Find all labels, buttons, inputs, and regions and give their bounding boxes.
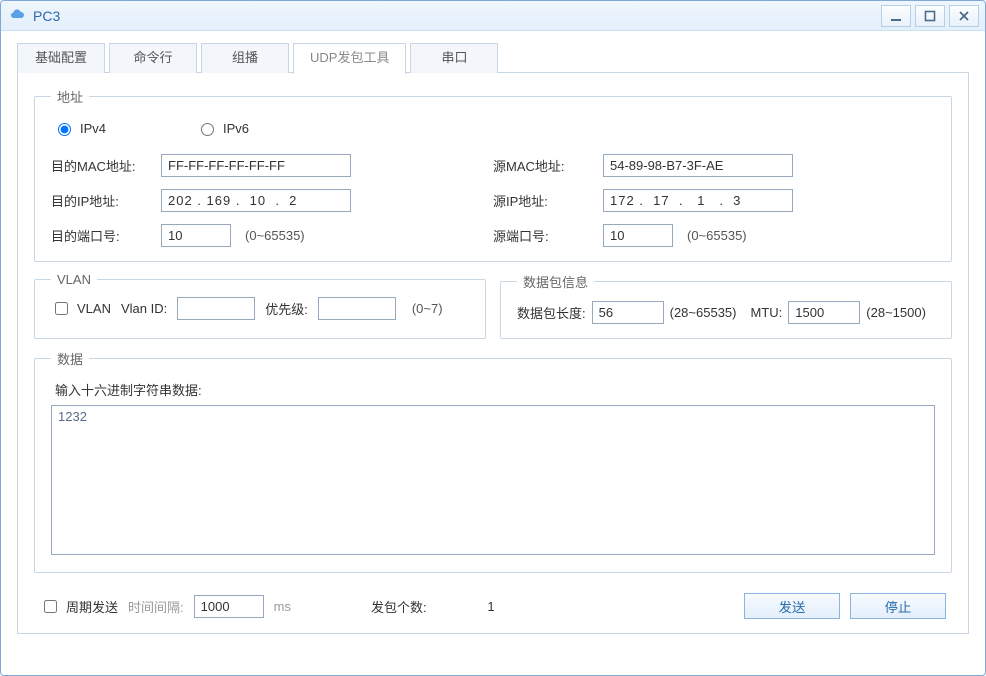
ipv6-text: IPv6 xyxy=(223,121,249,136)
ip-version-row: IPv4 IPv6 xyxy=(51,116,935,142)
app-icon xyxy=(9,7,27,25)
src-ip-label: 源IP地址: xyxy=(493,191,603,210)
packet-length-input[interactable] xyxy=(592,301,664,324)
periodic-send-checkbox[interactable] xyxy=(44,600,57,613)
dest-port-hint: (0~65535) xyxy=(245,228,305,243)
tab-panel-udp: 地址 IPv4 IPv6 目的MAC地址: xyxy=(17,73,969,634)
address-group: 地址 IPv4 IPv6 目的MAC地址: xyxy=(34,87,952,262)
send-button[interactable]: 发送 xyxy=(744,593,840,619)
vlan-checkbox-text: VLAN xyxy=(77,301,111,316)
footer-bar: 周期发送 时间间隔: ms 发包个数: 1 发送 停止 xyxy=(34,583,952,619)
ipv6-radio[interactable] xyxy=(201,123,214,136)
data-hint: 输入十六进制字符串数据: xyxy=(55,380,935,399)
packet-length-hint: (28~65535) xyxy=(670,305,737,320)
tab-bar: 基础配置 命令行 组播 UDP发包工具 串口 xyxy=(17,43,969,73)
interval-unit: ms xyxy=(274,599,291,614)
content-area: 基础配置 命令行 组播 UDP发包工具 串口 地址 IPv4 IPv6 xyxy=(1,31,985,675)
src-mac-input[interactable] xyxy=(603,154,793,177)
packet-count-value: 1 xyxy=(461,599,521,614)
tab-cli[interactable]: 命令行 xyxy=(109,43,197,73)
src-port-input[interactable] xyxy=(603,224,673,247)
tab-serial[interactable]: 串口 xyxy=(410,43,498,73)
dest-port-input[interactable] xyxy=(161,224,231,247)
ipv4-radio[interactable] xyxy=(58,123,71,136)
periodic-send-text: 周期发送 xyxy=(66,597,118,616)
dest-mac-input[interactable] xyxy=(161,154,351,177)
tab-basic-config[interactable]: 基础配置 xyxy=(17,43,105,73)
stop-button[interactable]: 停止 xyxy=(850,593,946,619)
interval-input[interactable] xyxy=(194,595,264,618)
close-button[interactable] xyxy=(949,5,979,27)
tab-udp-tool[interactable]: UDP发包工具 xyxy=(293,43,406,74)
vlan-id-label: Vlan ID: xyxy=(121,301,167,316)
vlan-checkbox[interactable] xyxy=(55,302,68,315)
hex-data-textarea[interactable] xyxy=(51,405,935,555)
tab-multicast[interactable]: 组播 xyxy=(201,43,289,73)
packet-length-label: 数据包长度: xyxy=(517,303,586,322)
interval-label: 时间间隔: xyxy=(128,597,184,616)
src-ip-input[interactable] xyxy=(603,189,793,212)
data-legend: 数据 xyxy=(51,349,89,368)
maximize-button[interactable] xyxy=(915,5,945,27)
mtu-input[interactable] xyxy=(788,301,860,324)
app-window: PC3 基础配置 命令行 组播 UDP发包工具 串口 地址 xyxy=(0,0,986,676)
ipv4-text: IPv4 xyxy=(80,121,106,136)
vlan-priority-hint: (0~7) xyxy=(412,301,443,316)
ipv6-radio-label[interactable]: IPv6 xyxy=(196,120,249,136)
data-group: 数据 输入十六进制字符串数据: xyxy=(34,349,952,573)
ipv4-radio-label[interactable]: IPv4 xyxy=(53,120,106,136)
dest-ip-label: 目的IP地址: xyxy=(51,191,161,210)
packet-info-group: 数据包信息 数据包长度: (28~65535) MTU: (28~1500) xyxy=(500,272,952,339)
window-controls xyxy=(877,5,979,27)
vlan-priority-label: 优先级: xyxy=(265,299,308,318)
vlan-id-input[interactable] xyxy=(177,297,255,320)
dest-port-label: 目的端口号: xyxy=(51,226,161,245)
vlan-priority-input[interactable] xyxy=(318,297,396,320)
packet-info-legend: 数据包信息 xyxy=(517,272,594,291)
title-bar: PC3 xyxy=(1,1,985,31)
dest-mac-label: 目的MAC地址: xyxy=(51,156,161,175)
vlan-group: VLAN VLAN Vlan ID: 优先级: (0~7) xyxy=(34,272,486,339)
dest-ip-input[interactable] xyxy=(161,189,351,212)
mtu-hint: (28~1500) xyxy=(866,305,926,320)
address-legend: 地址 xyxy=(51,87,89,106)
mtu-label: MTU: xyxy=(751,305,783,320)
vlan-legend: VLAN xyxy=(51,272,97,287)
vlan-checkbox-label[interactable]: VLAN xyxy=(51,299,111,318)
src-port-label: 源端口号: xyxy=(493,226,603,245)
window-title: PC3 xyxy=(33,8,877,24)
src-port-hint: (0~65535) xyxy=(687,228,747,243)
periodic-send-checkbox-label[interactable]: 周期发送 xyxy=(40,597,118,616)
packet-count-label: 发包个数: xyxy=(371,597,451,616)
src-mac-label: 源MAC地址: xyxy=(493,156,603,175)
minimize-button[interactable] xyxy=(881,5,911,27)
